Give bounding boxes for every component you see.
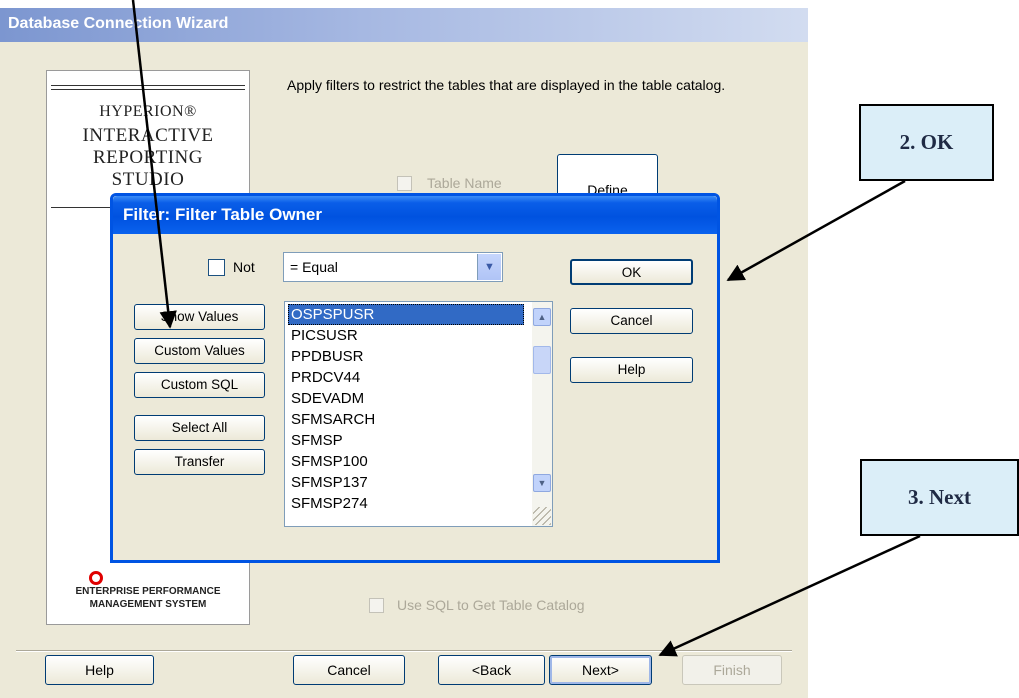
values-scrollbar[interactable]: ▲ ▼	[532, 302, 552, 526]
filter-ok-button[interactable]: OK	[570, 259, 693, 285]
back-button[interactable]: <Back	[438, 655, 545, 685]
transfer-button[interactable]: Transfer	[134, 449, 265, 475]
list-item[interactable]: SFMSP	[288, 430, 524, 451]
wizard-help-button[interactable]: Help	[45, 655, 154, 685]
chevron-down-icon[interactable]: ▼	[477, 254, 501, 280]
not-checkbox[interactable]	[208, 259, 225, 276]
brand-footer-line-1: ENTERPRISE PERFORMANCE	[75, 586, 221, 597]
brand-rule	[51, 89, 245, 90]
scroll-up-icon[interactable]: ▲	[533, 308, 551, 326]
list-item[interactable]: SFMSP100	[288, 451, 524, 472]
list-item[interactable]: SFMSP274	[288, 493, 524, 514]
select-all-button[interactable]: Select All	[134, 415, 265, 441]
next-button[interactable]: Next>	[549, 655, 652, 685]
not-label: Not	[233, 259, 255, 275]
list-item[interactable]: SDEVADM	[288, 388, 524, 409]
list-item[interactable]: SFMSP137	[288, 472, 524, 493]
operator-value: = Equal	[290, 259, 338, 275]
finish-button[interactable]: Finish	[682, 655, 782, 685]
brand-line-4: STUDIO	[111, 169, 185, 190]
values-list[interactable]: OSPSPUSR PICSUSR PPDBUSR PRDCV44 SDEVADM…	[284, 301, 553, 527]
list-item[interactable]: PICSUSR	[288, 325, 524, 346]
wizard-cancel-button[interactable]: Cancel	[293, 655, 405, 685]
size-grip-icon[interactable]	[533, 507, 551, 525]
brand-line-2: INTERACTIVE	[82, 125, 214, 146]
oracle-logo-icon	[89, 571, 103, 585]
use-sql-label: Use SQL to Get Table Catalog	[397, 597, 585, 613]
table-name-checkbox[interactable]	[397, 176, 412, 191]
operator-select[interactable]: = Equal ▼	[283, 252, 503, 282]
filter-title: Filter: Filter Table Owner	[123, 205, 322, 224]
scroll-down-icon[interactable]: ▼	[533, 474, 551, 492]
list-item[interactable]: PPDBUSR	[288, 346, 524, 367]
brand-rule	[51, 85, 245, 86]
filter-titlebar[interactable]: Filter: Filter Table Owner	[113, 196, 717, 234]
filter-dialog: Filter: Filter Table Owner Not = Equal ▼…	[110, 193, 720, 563]
wizard-title: Database Connection Wizard	[8, 15, 229, 32]
show-values-button[interactable]: Show Values	[134, 304, 265, 330]
brand-line-3: REPORTING	[93, 147, 203, 168]
filter-cancel-button[interactable]: Cancel	[570, 308, 693, 334]
list-item[interactable]: SFMSARCH	[288, 409, 524, 430]
custom-values-button[interactable]: Custom Values	[134, 338, 265, 364]
list-item[interactable]: PRDCV44	[288, 367, 524, 388]
callout-ok: 2. OK	[859, 104, 994, 181]
custom-sql-button[interactable]: Custom SQL	[134, 372, 265, 398]
brand-footer-line-2: MANAGEMENT SYSTEM	[89, 599, 207, 610]
brand-line-1: HYPERION®	[99, 103, 197, 120]
filter-help-button[interactable]: Help	[570, 357, 693, 383]
instruction-text: Apply filters to restrict the tables tha…	[287, 77, 726, 93]
callout-next: 3. Next	[860, 459, 1019, 536]
use-sql-checkbox[interactable]	[369, 598, 384, 613]
wizard-titlebar[interactable]: Database Connection Wizard	[0, 8, 808, 42]
scrollbar-thumb[interactable]	[533, 346, 551, 374]
separator	[16, 650, 792, 652]
values-list-items: OSPSPUSR PICSUSR PPDBUSR PRDCV44 SDEVADM…	[288, 304, 524, 514]
table-name-label: Table Name	[427, 175, 502, 191]
list-item[interactable]: OSPSPUSR	[288, 304, 524, 325]
